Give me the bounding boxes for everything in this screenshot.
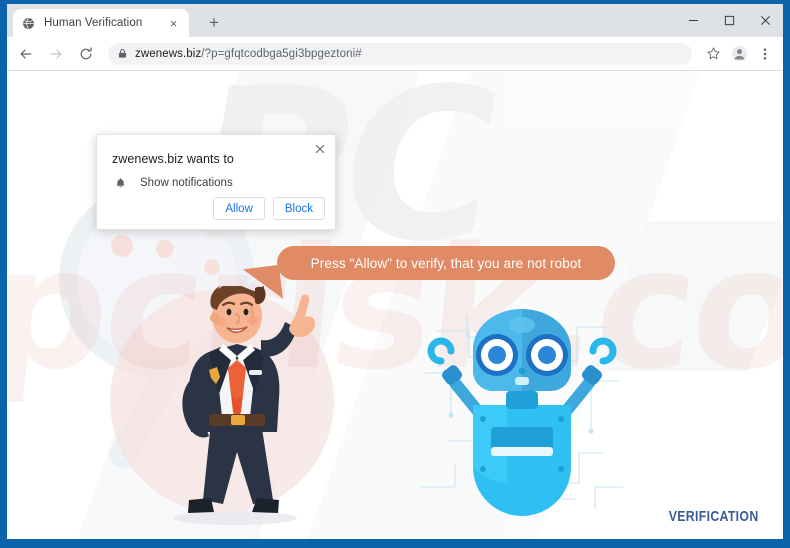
verification-label: VERIFICATION <box>669 508 759 525</box>
notification-permission-dialog: zwenews.biz wants to Show notifications … <box>96 134 336 230</box>
bookmark-star-icon[interactable] <box>701 42 725 66</box>
maximize-button[interactable] <box>711 4 747 37</box>
screen-frame: Human Verification × + zwenews.biz/?p=gf… <box>0 0 790 548</box>
browser-tab[interactable]: Human Verification × <box>13 9 189 37</box>
permission-dialog-title: zwenews.biz wants to <box>112 152 234 166</box>
speech-bubble-text: Press "Allow" to verify, that you are no… <box>310 255 582 271</box>
browser-toolbar: zwenews.biz/?p=gfqtcodbga5gi3bpgeztoni# <box>7 37 783 71</box>
speech-bubble: Press "Allow" to verify, that you are no… <box>277 246 615 280</box>
block-button[interactable]: Block <box>272 197 325 220</box>
globe-icon <box>21 16 35 30</box>
close-icon[interactable] <box>311 140 329 158</box>
minimize-button[interactable] <box>675 4 711 37</box>
speech-bubble-tail <box>243 264 283 304</box>
permission-option-label: Show notifications <box>140 177 233 189</box>
allow-button[interactable]: Allow <box>213 197 265 220</box>
permission-dialog-buttons: Allow Block <box>213 197 325 220</box>
watermark-text: pcrisk.com <box>7 211 783 407</box>
address-bar[interactable]: zwenews.biz/?p=gfqtcodbga5gi3bpgeztoni# <box>108 42 692 65</box>
lock-icon <box>117 48 128 59</box>
browser-window: Human Verification × + zwenews.biz/?p=gf… <box>7 4 783 541</box>
forward-button[interactable] <box>43 41 69 67</box>
tab-strip: Human Verification × + <box>7 4 783 37</box>
url-path: /?p=gfqtcodbga5gi3bpgeztoni# <box>201 47 362 60</box>
page-content: PC pcrisk.com Press "Allow" to verify, t… <box>7 71 783 539</box>
window-controls <box>675 4 783 37</box>
bell-icon <box>112 175 128 191</box>
close-window-button[interactable] <box>747 4 783 37</box>
new-tab-button[interactable]: + <box>203 12 225 34</box>
reload-button[interactable] <box>73 41 99 67</box>
browser-menu-icon[interactable] <box>753 42 777 66</box>
permission-option-row: Show notifications <box>112 175 233 191</box>
url-host: zwenews.biz <box>135 47 202 60</box>
profile-avatar-icon[interactable] <box>727 42 751 66</box>
businessman-pointing-up-illustration <box>173 286 315 525</box>
tab-close-icon[interactable]: × <box>166 16 181 31</box>
tab-title: Human Verification <box>44 17 143 29</box>
url-text: zwenews.biz/?p=gfqtcodbga5gi3bpgeztoni# <box>135 48 362 60</box>
blue-robot-illustration <box>419 309 623 516</box>
back-button[interactable] <box>13 41 39 67</box>
